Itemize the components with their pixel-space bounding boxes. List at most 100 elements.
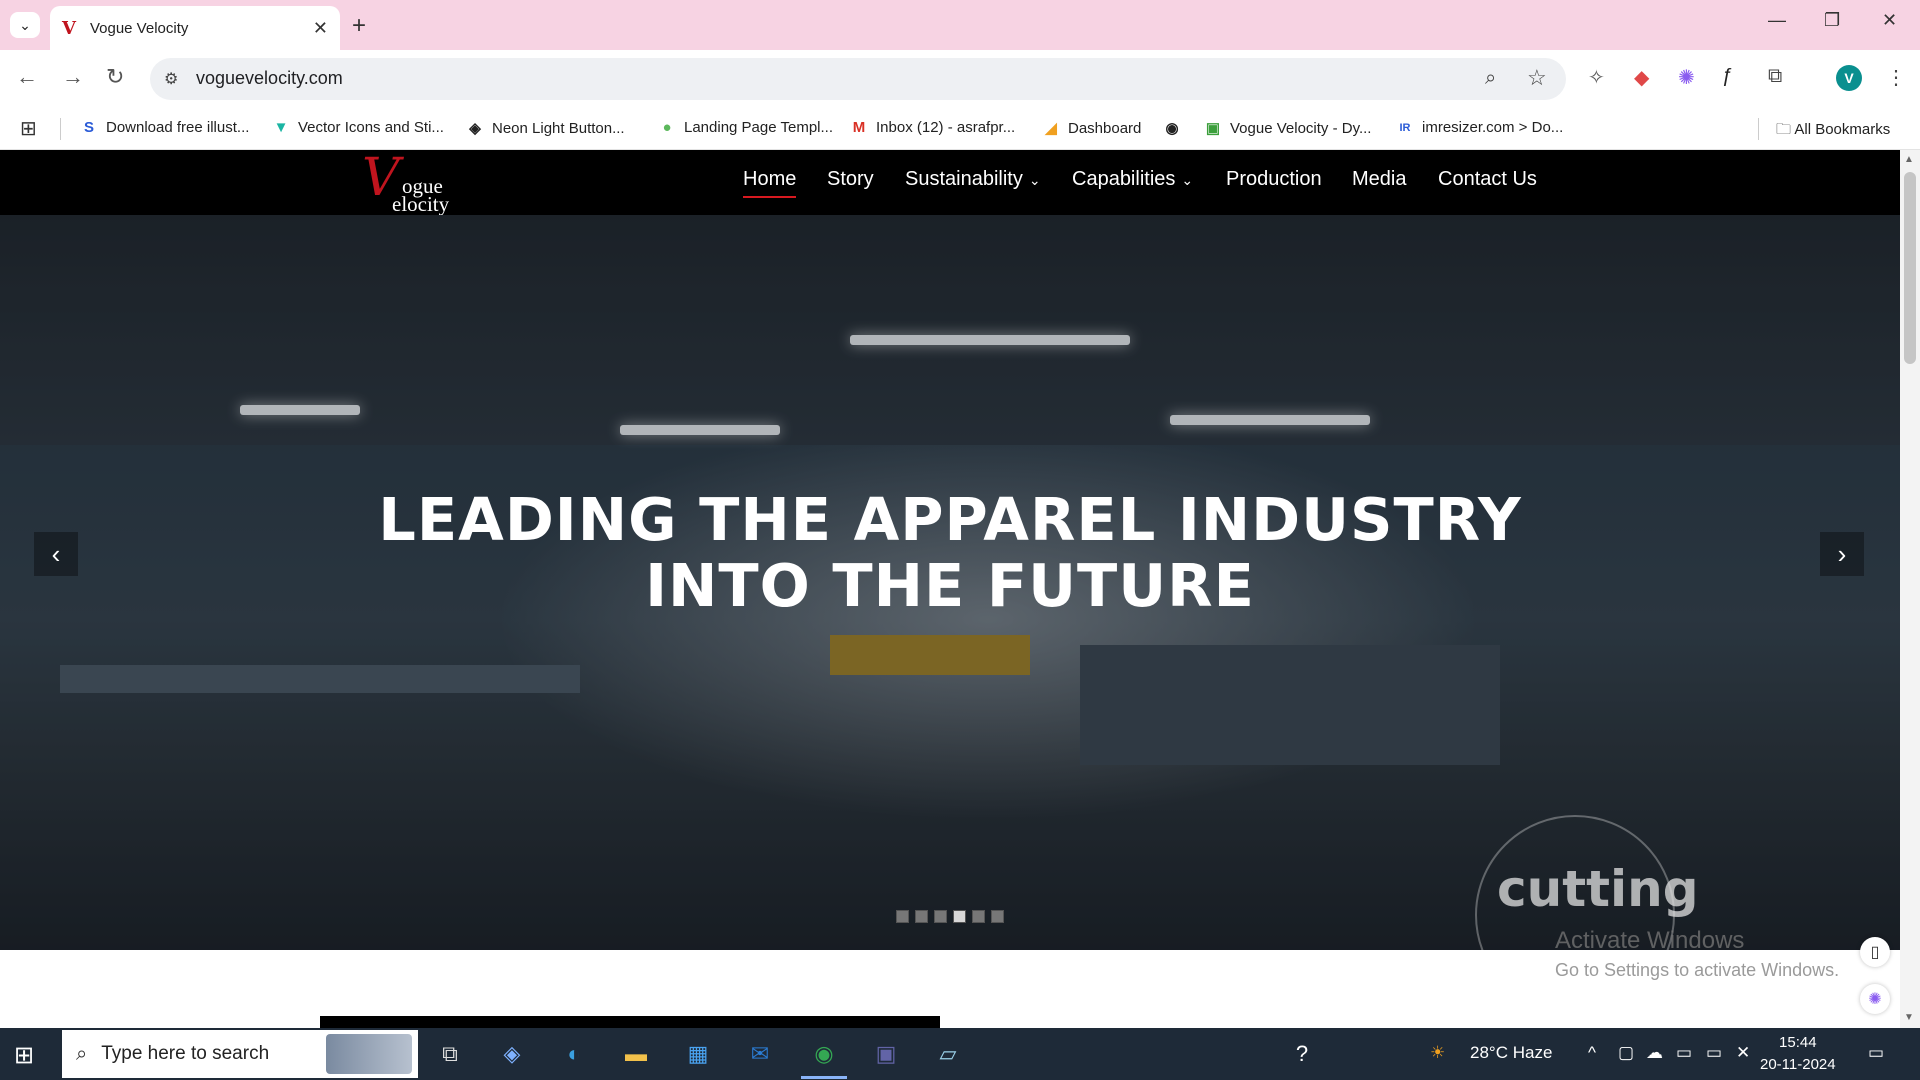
microsoft-store-icon[interactable]: ▦	[682, 1038, 714, 1070]
close-window-icon[interactable]: ✕	[1882, 10, 1897, 31]
brain-assistant-icon[interactable]: ✺	[1860, 984, 1890, 1014]
bookmark-item[interactable]: ◈ Neon Light Button...	[466, 119, 624, 138]
system-clock[interactable]: 15:44 20-11-2024	[1760, 1032, 1836, 1076]
volume-muted-icon[interactable]: ✕	[1736, 1043, 1750, 1063]
close-tab-icon[interactable]: ✕	[313, 18, 328, 39]
notes-app-icon[interactable]: ▱	[932, 1038, 964, 1070]
bookmark-item[interactable]: S Download free illust...	[80, 119, 249, 136]
bookmarks-bar: ⊞ S Download free illust... ▼ Vector Icons…	[0, 108, 1920, 150]
back-icon[interactable]: ←	[16, 64, 38, 90]
extensions-icon[interactable]: ⧉	[1768, 65, 1782, 88]
bookmark-item[interactable]: M Inbox (12) - asrafpr...	[850, 119, 1015, 136]
taskbar-search[interactable]: ⌕ Type here to search	[62, 1030, 418, 1078]
meet-now-icon[interactable]: ▢	[1618, 1043, 1634, 1063]
slider-dot[interactable]	[896, 910, 909, 923]
notification-center-icon[interactable]: ▭	[1868, 1043, 1884, 1063]
slider-dot[interactable]	[972, 910, 985, 923]
bookmark-item[interactable]: ◢ Dashboard	[1042, 119, 1141, 138]
font-extension-icon[interactable]: ƒ	[1722, 65, 1733, 88]
web-page: V ogue elocity Home Story Sustainability…	[0, 150, 1900, 1028]
file-explorer-icon[interactable]: ▬	[620, 1038, 652, 1070]
hero-heading-line1: LEADING THE APPAREL INDUSTRY	[378, 485, 1522, 554]
tab-search-button[interactable]: ⌄	[10, 12, 40, 38]
brain-extension-icon[interactable]: ✺	[1678, 65, 1695, 90]
slider-dot[interactable]	[991, 910, 1004, 923]
copilot-icon[interactable]: ◈	[496, 1038, 528, 1070]
zoom-icon[interactable]: ⌕	[1485, 67, 1496, 90]
slider-dot[interactable]	[934, 910, 947, 923]
browser-toolbar: ← → ↻ ⚙ voguevelocity.com ⌕ ☆ ✧ ◆ ✺ ƒ ⧉ …	[0, 50, 1920, 108]
battery-icon[interactable]: ▭	[1676, 1043, 1692, 1063]
bookmark-item[interactable]: ▣ Vogue Velocity - Dy...	[1204, 119, 1372, 138]
nav-sustainability[interactable]: Sustainability ⌄	[905, 168, 1041, 191]
task-view-icon[interactable]: ⧉	[434, 1038, 466, 1070]
help-icon[interactable]: ?	[1286, 1038, 1318, 1070]
tab-title: Vogue Velocity	[89, 19, 189, 37]
page-scrollbar[interactable]: ▲ ▼	[1900, 150, 1920, 1028]
search-highlight-image	[326, 1034, 412, 1074]
minimize-icon[interactable]: —	[1768, 10, 1786, 31]
slider-prev-icon[interactable]: ‹	[34, 532, 78, 576]
bookmark-star-icon[interactable]: ☆	[1527, 65, 1547, 91]
onedrive-icon[interactable]: ☁	[1646, 1043, 1663, 1063]
scroll-down-icon[interactable]: ▼	[1904, 1012, 1914, 1023]
bookmark-favicon-icon: S	[83, 119, 94, 136]
nav-contact-us[interactable]: Contact Us	[1438, 168, 1537, 191]
slider-dot-active[interactable]	[953, 910, 966, 923]
slider-dot[interactable]	[915, 910, 928, 923]
divider	[60, 118, 61, 140]
scroll-up-icon[interactable]: ▲	[1904, 154, 1914, 165]
reload-icon[interactable]: ↻	[106, 64, 124, 90]
bookmark-item[interactable]: IR imresizer.com > Do...	[1396, 119, 1564, 136]
new-tab-button[interactable]: +	[352, 12, 366, 40]
nav-production[interactable]: Production	[1226, 168, 1322, 191]
chrome-icon[interactable]: ◉	[808, 1038, 840, 1070]
site-info-icon[interactable]: ⚙	[164, 69, 178, 89]
windows-taskbar: ⊞ ⌕ Type here to search ⧉ ◈ ◐ ▬ ▦ ✉ ◉ ▣ …	[0, 1028, 1920, 1080]
nav-home[interactable]: Home	[743, 168, 797, 198]
profile-avatar[interactable]: V	[1836, 65, 1862, 91]
address-bar[interactable]: ⚙ voguevelocity.com ⌕ ☆	[150, 58, 1566, 100]
apps-grid-icon[interactable]: ⊞	[20, 116, 37, 141]
extension-puzzle-icon[interactable]: ✧	[1588, 65, 1605, 90]
browser-tab-active[interactable]: V Vogue Velocity ✕	[50, 6, 340, 50]
nav-media[interactable]: Media	[1352, 168, 1406, 191]
bookmark-favicon-icon: ◈	[469, 120, 481, 137]
weather-icon: ☀	[1430, 1043, 1446, 1062]
outlook-icon[interactable]: ✉	[744, 1038, 776, 1070]
tray-chevron-up-icon[interactable]: ^	[1588, 1043, 1596, 1063]
site-logo[interactable]: V ogue elocity	[362, 152, 472, 216]
globe-icon: ◉	[1165, 120, 1179, 137]
bookmark-favicon-icon: IR	[1399, 121, 1411, 134]
hero-heading-line2: INTO THE FUTURE	[645, 551, 1255, 620]
bookmark-item[interactable]: ◉	[1163, 119, 1189, 137]
color-extension-icon[interactable]: ◆	[1634, 65, 1649, 90]
hero-heading: LEADING THE APPAREL INDUSTRY INTO THE FU…	[0, 487, 1900, 619]
logo-text-line2: elocity	[392, 192, 450, 216]
bookmark-item[interactable]: ● Landing Page Templ...	[658, 119, 833, 136]
scroll-thumb[interactable]	[1904, 172, 1916, 364]
slider-next-icon[interactable]: ›	[1820, 532, 1864, 576]
nav-story[interactable]: Story	[827, 168, 874, 191]
teams-icon[interactable]: ▣	[870, 1038, 902, 1070]
url-text[interactable]: voguevelocity.com	[196, 68, 343, 89]
network-icon[interactable]: ▭	[1706, 1043, 1722, 1063]
search-icon: ⌕	[76, 1042, 88, 1065]
nav-capabilities[interactable]: Capabilities ⌄	[1072, 168, 1193, 191]
bookmark-item[interactable]: ▼ Vector Icons and Sti...	[272, 119, 444, 136]
chevron-down-icon: ⌄	[1181, 172, 1194, 188]
edge-icon[interactable]: ◐	[558, 1038, 590, 1070]
restore-icon[interactable]: ❐	[1824, 10, 1840, 31]
reader-mode-icon[interactable]: ▯	[1860, 937, 1890, 967]
bookmark-favicon-icon: ▼	[273, 119, 289, 136]
weather-text[interactable]: 28°C Haze	[1470, 1043, 1552, 1063]
activation-watermark-text: Go to Settings to activate Windows.	[1555, 960, 1840, 980]
menu-kebab-icon[interactable]: ⋮	[1886, 65, 1906, 90]
browser-tab-strip: ⌄ V Vogue Velocity ✕ + — ❐ ✕	[0, 0, 1920, 50]
divider	[1758, 118, 1759, 140]
forward-icon[interactable]: →	[62, 64, 84, 90]
all-bookmarks-button[interactable]: 🗀 All Bookmarks	[1776, 119, 1890, 144]
slider-pagination	[896, 910, 1004, 923]
search-placeholder: Type here to search	[101, 1043, 270, 1064]
windows-start-icon[interactable]: ⊞	[14, 1041, 34, 1070]
